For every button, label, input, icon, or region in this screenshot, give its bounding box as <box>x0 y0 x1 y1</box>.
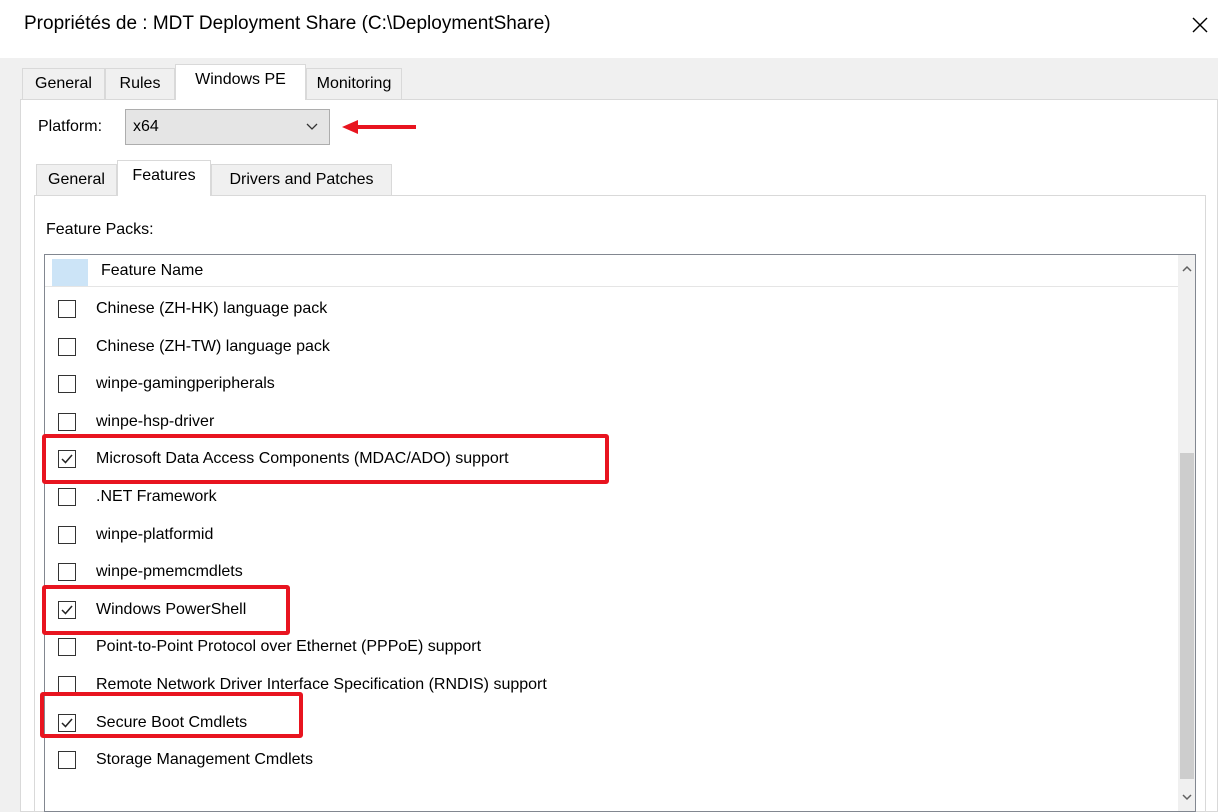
scroll-down-icon[interactable] <box>1181 791 1193 803</box>
feature-list[interactable]: Feature Name Chinese (ZH-HK) language pa… <box>44 254 1196 812</box>
feature-name: Remote Network Driver Interface Specific… <box>96 676 547 693</box>
close-button[interactable] <box>1185 10 1215 40</box>
tab-windows-pe[interactable]: Windows PE <box>175 64 306 100</box>
checkmark-icon <box>61 454 73 464</box>
window-title: Propriétés de : MDT Deployment Share (C:… <box>24 13 551 34</box>
tab-label: General <box>48 171 105 188</box>
list-item[interactable]: Chinese (ZH-HK) language pack <box>45 291 1178 328</box>
tab-rules[interactable]: Rules <box>105 68 175 100</box>
checkbox[interactable] <box>58 300 76 318</box>
title-bar: Propriétés de : MDT Deployment Share (C:… <box>0 0 1218 58</box>
checkbox[interactable] <box>58 751 76 770</box>
tab-label: Monitoring <box>316 75 392 92</box>
feature-name: Chinese (ZH-TW) language pack <box>96 337 330 355</box>
list-item[interactable]: Storage Management Cmdlets <box>45 742 1178 779</box>
feature-name: .NET Framework <box>96 488 217 505</box>
checkbox-checked[interactable] <box>58 713 76 732</box>
list-item[interactable]: winpe-hsp-driver <box>45 404 1178 441</box>
checkbox-column-header[interactable] <box>52 259 88 286</box>
chevron-down-icon <box>306 123 318 130</box>
feature-name: winpe-pmemcmdlets <box>96 563 243 581</box>
list-item[interactable]: winpe-gamingperipherals <box>45 366 1178 403</box>
tab-monitoring[interactable]: Monitoring <box>306 68 402 100</box>
feature-name: Microsoft Data Access Components (MDAC/A… <box>96 450 509 468</box>
subtab-general[interactable]: General <box>36 164 117 196</box>
checkmark-icon <box>61 718 73 728</box>
feature-packs-label: Feature Packs: <box>46 221 154 238</box>
subtab-drivers-and-patches[interactable]: Drivers and Patches <box>211 164 392 196</box>
list-item[interactable]: Point-to-Point Protocol over Ethernet (P… <box>45 629 1178 666</box>
tab-label: Drivers and Patches <box>229 171 374 188</box>
tab-label: Features <box>132 167 196 184</box>
tab-label: General <box>35 75 92 92</box>
subtab-features[interactable]: Features <box>117 160 211 196</box>
scrollbar-thumb[interactable] <box>1180 453 1194 779</box>
list-item[interactable]: winpe-pmemcmdlets <box>45 554 1178 591</box>
checkbox-checked[interactable] <box>58 600 76 619</box>
red-arrow-annotation <box>342 120 416 134</box>
checkbox[interactable] <box>58 525 76 544</box>
tab-label: Windows PE <box>195 71 286 88</box>
feature-name: winpe-gamingperipherals <box>96 375 275 393</box>
feature-name: Windows PowerShell <box>96 600 247 618</box>
tab-label: Rules <box>119 75 161 92</box>
feature-name: winpe-hsp-driver <box>96 412 215 430</box>
checkbox[interactable] <box>58 638 76 657</box>
checkbox[interactable] <box>58 563 76 582</box>
list-item[interactable]: Chinese (ZH-TW) language pack <box>45 329 1178 366</box>
feature-name-column-header[interactable]: Feature Name <box>101 262 203 280</box>
feature-name: Chinese (ZH-HK) language pack <box>96 300 328 317</box>
checkbox[interactable] <box>58 488 76 506</box>
list-item[interactable]: Secure Boot Cmdlets <box>45 705 1178 742</box>
list-header: Feature Name <box>45 255 1178 287</box>
list-item[interactable]: Windows PowerShell <box>45 592 1178 629</box>
checkbox-checked[interactable] <box>58 450 76 469</box>
list-item[interactable]: Microsoft Data Access Components (MDAC/A… <box>45 441 1178 478</box>
feature-name: Secure Boot Cmdlets <box>96 713 248 731</box>
checkbox[interactable] <box>58 375 76 394</box>
checkbox[interactable] <box>58 412 76 431</box>
checkbox[interactable] <box>58 337 76 356</box>
checkmark-icon <box>61 605 73 615</box>
feature-name: Storage Management Cmdlets <box>96 751 313 769</box>
platform-label: Platform: <box>38 118 103 135</box>
close-icon <box>1192 17 1208 33</box>
list-item[interactable]: Remote Network Driver Interface Specific… <box>45 667 1178 704</box>
vertical-scrollbar[interactable] <box>1178 255 1195 811</box>
list-item[interactable]: .NET Framework <box>45 479 1178 516</box>
platform-dropdown[interactable]: x64 <box>125 109 330 145</box>
checkbox[interactable] <box>58 676 76 694</box>
platform-value: x64 <box>133 118 159 135</box>
scroll-up-icon[interactable] <box>1181 263 1193 275</box>
feature-name: Point-to-Point Protocol over Ethernet (P… <box>96 638 482 656</box>
feature-name: winpe-platformid <box>96 525 214 543</box>
list-item[interactable]: winpe-platformid <box>45 517 1178 554</box>
tab-general[interactable]: General <box>22 68 105 100</box>
